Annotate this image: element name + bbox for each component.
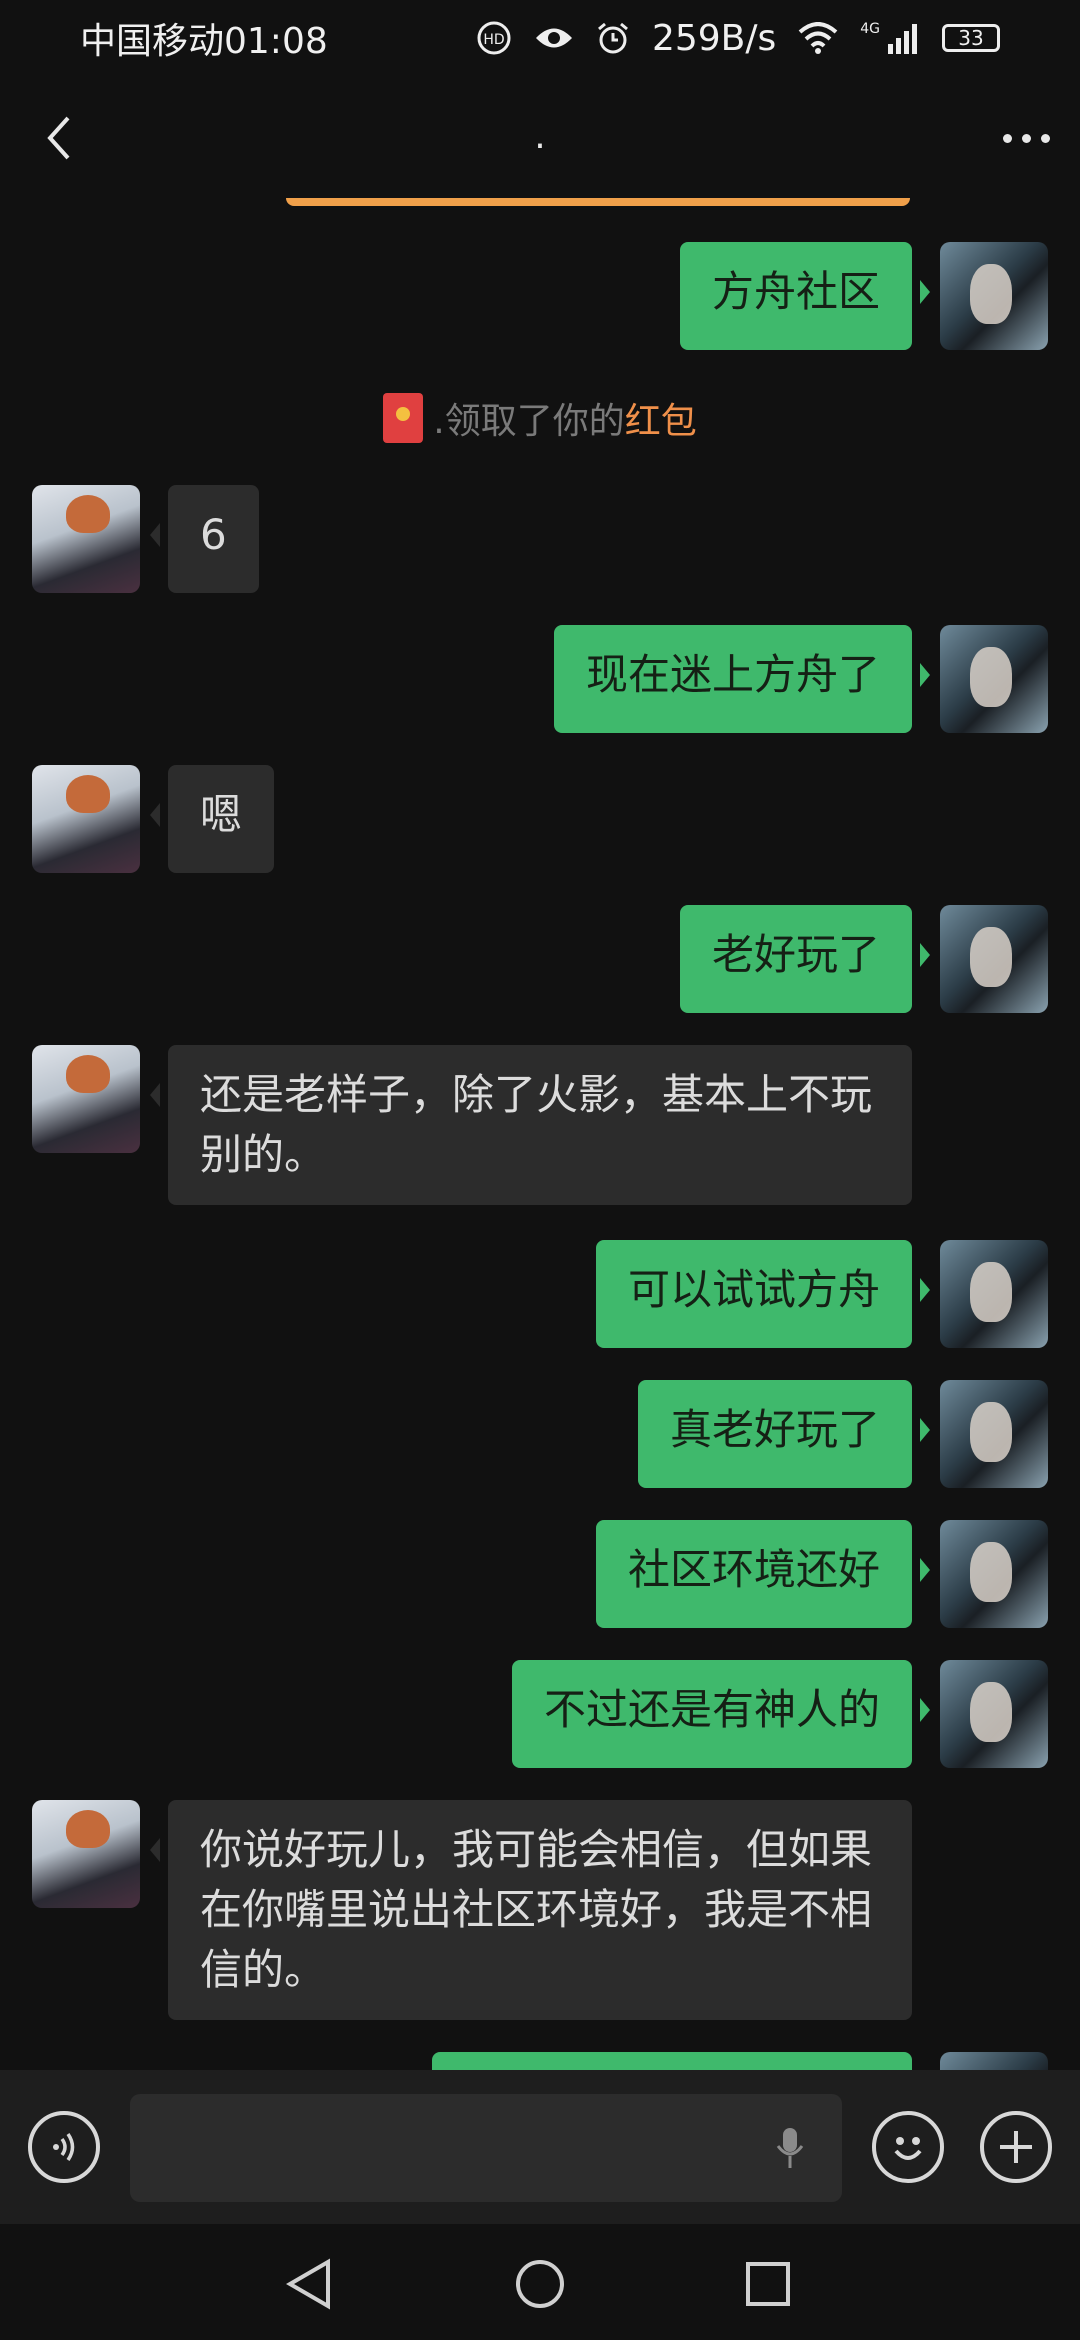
my-avatar[interactable] [940, 242, 1048, 350]
system-nav-bar [0, 2224, 1080, 2340]
network-type: 4G [860, 21, 880, 37]
message-bubble[interactable]: 嗯 [149, 765, 275, 873]
back-triangle-icon[interactable] [284, 2258, 334, 2310]
contact-avatar[interactable] [32, 1800, 140, 1908]
red-packet-link[interactable]: 红包 [625, 401, 697, 442]
eye-icon [535, 28, 572, 48]
my-avatar[interactable] [940, 2052, 1048, 2070]
wifi-icon [798, 22, 838, 54]
chevron-left-icon[interactable] [40, 110, 80, 166]
status-bar: 中国移动01:08 HD 259B/s 4G 33 [0, 0, 1080, 76]
chat-title: . [534, 116, 546, 157]
carrier-time: 中国移动01:08 [80, 21, 328, 62]
my-avatar[interactable] [940, 1660, 1048, 1768]
alarm-icon [597, 22, 628, 54]
message-bubble[interactable]: 6 [150, 485, 259, 593]
voice-icon[interactable] [28, 2111, 100, 2183]
message-bubble[interactable]: 方舟社区 [679, 242, 931, 350]
emoji-icon[interactable] [872, 2111, 944, 2183]
battery-icon: 33 [942, 24, 1000, 52]
contact-avatar[interactable] [32, 765, 140, 873]
message-bubble[interactable]: 社区环境还好 [595, 1520, 931, 1628]
my-avatar[interactable] [940, 905, 1048, 1013]
chat-header: . [0, 76, 1080, 200]
net-speed: 259B/s [651, 17, 777, 59]
message-bubble[interactable]: 老好玩了 [679, 905, 931, 1013]
message-bubble[interactable]: 可以试试方舟 [595, 1240, 931, 1348]
battery-level: 33 [958, 26, 984, 50]
message-bubble[interactable]: 你说好玩儿，我可能会相信，但如果在你嘴里说出社区环境好，我是不相信的。 [150, 1800, 912, 2020]
more-dots-icon[interactable] [1003, 133, 1050, 143]
my-avatar[interactable] [940, 1380, 1048, 1488]
status-icons: HD 259B/s 4G 33 [476, 18, 1000, 59]
message-bubble[interactable] [432, 2052, 912, 2070]
message-bubble[interactable]: 还是老样子，除了火影，基本上不玩别的。 [150, 1045, 912, 1205]
input-bar [0, 2070, 1080, 2224]
contact-avatar[interactable] [32, 485, 140, 593]
my-avatar[interactable] [940, 1520, 1048, 1628]
system-notice-text: .领取了你的 [433, 401, 625, 442]
signal-icon [888, 24, 917, 54]
message-list[interactable]: 方舟社区 .领取了你的红包 6 现在迷上方舟了 嗯 老好玩了 还是老样子，除了火… [0, 200, 1080, 2070]
my-avatar[interactable] [940, 625, 1048, 733]
system-notice: .领取了你的红包 [0, 392, 1080, 444]
microphone-icon[interactable] [776, 2126, 804, 2170]
svg-text:HD: HD [483, 32, 504, 48]
plus-icon[interactable] [980, 2111, 1052, 2183]
hd-call-icon: HD [477, 21, 511, 55]
home-circle-icon[interactable] [514, 2258, 566, 2310]
contact-avatar[interactable] [32, 1045, 140, 1153]
red-packet-icon [383, 393, 424, 443]
message-bubble[interactable]: 不过还是有神人的 [511, 1660, 931, 1768]
message-bubble[interactable]: 真老好玩了 [637, 1380, 931, 1488]
message-input[interactable] [130, 2094, 842, 2202]
recents-square-icon[interactable] [744, 2260, 792, 2308]
my-avatar[interactable] [940, 1240, 1048, 1348]
message-bubble[interactable]: 现在迷上方舟了 [553, 625, 931, 733]
